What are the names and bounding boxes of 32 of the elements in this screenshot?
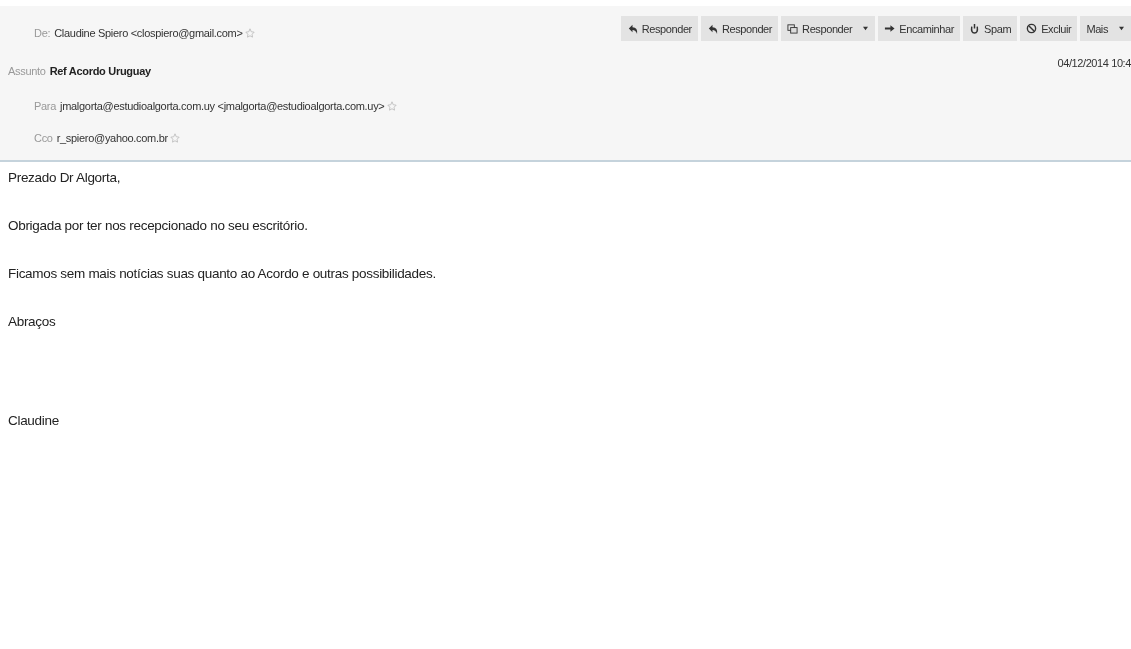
copy-icon	[787, 23, 799, 34]
reply-icon	[706, 23, 718, 34]
star-icon[interactable]	[386, 101, 397, 111]
body-paragraph: Abraços	[8, 314, 57, 329]
drop-icon	[969, 23, 980, 34]
subject-text: Ref Acordo Uruguay	[49, 65, 151, 77]
field-label: Cco	[34, 132, 53, 144]
body-paragraph: Obrigada por ter nos recepcionado no seu escritório.	[8, 218, 309, 233]
toolbar-button[interactable]: Responder	[620, 16, 698, 41]
field-label: De:	[34, 27, 51, 39]
toolbar-button[interactable]: Encaminhar	[878, 16, 960, 41]
star-icon[interactable]	[244, 28, 255, 38]
toolbar-button[interactable]: Excluir	[1020, 16, 1078, 41]
toolbar-button[interactable]: Responder	[781, 16, 876, 41]
body-paragraph: Ficamos sem mais notícias suas quanto ao Acordo e outras possibilidades.	[8, 266, 437, 281]
address-text: r_spiero@yahoo.com.br	[56, 132, 168, 144]
field-label: Assunto	[8, 65, 46, 77]
address-text: jmalgorta@estudioalgorta.com.uy <jmalgorta@estudioalgorta.com.uy>	[60, 100, 385, 112]
caret-icon	[1118, 26, 1125, 31]
toolbar-button[interactable]: Responder	[700, 16, 779, 41]
body-paragraph: Prezado Dr Algorta,	[8, 170, 122, 185]
date-text: 04/12/2014 10:4	[1057, 57, 1131, 69]
arrow-icon	[884, 23, 896, 34]
reply-icon	[626, 23, 638, 34]
caret-icon	[862, 26, 870, 31]
toolbar-button[interactable]: Spam	[963, 16, 1018, 41]
prohibited-icon	[1026, 23, 1038, 34]
toolbar-button[interactable]: Mais	[1080, 16, 1131, 41]
field-label: Para	[34, 100, 57, 112]
signature-text: Claudine	[8, 413, 60, 428]
address-text: Claudine Spiero <clospiero@gmail.com>	[54, 27, 243, 39]
star-icon[interactable]	[169, 133, 180, 143]
